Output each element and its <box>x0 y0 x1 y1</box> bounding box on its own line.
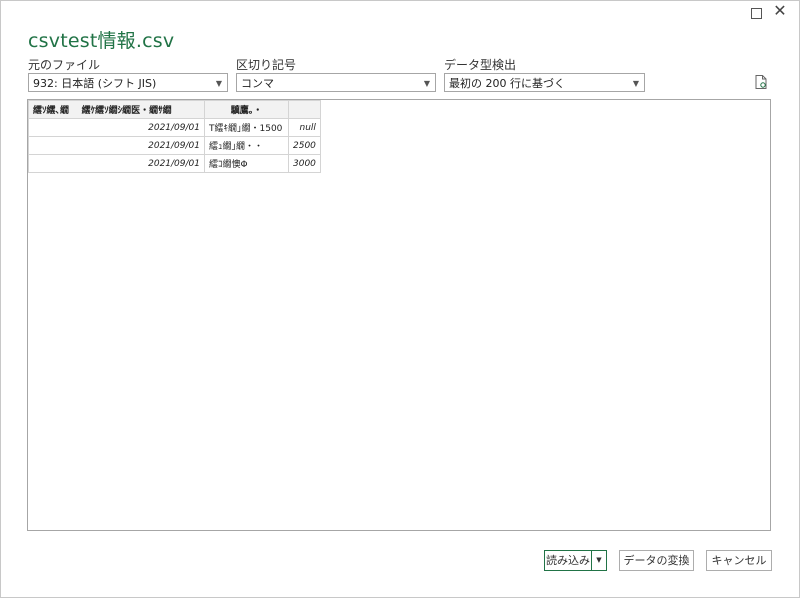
table-row: 2021/09/01 T繧ｷ繝｣繝・1500 null <box>28 118 321 137</box>
table-cell: 3000 <box>288 154 321 173</box>
table-cell: 繧ｭ繝｣繝・・ <box>204 136 289 155</box>
table-cell: 2021/09/01 <box>28 154 205 173</box>
cancel-button[interactable]: キャンセル <box>706 550 772 571</box>
type-detection-select[interactable]: 最初の 200 行に基づく ▼ <box>444 73 645 92</box>
chevron-down-icon: ▼ <box>423 79 430 88</box>
chevron-down-icon: ▼ <box>632 79 639 88</box>
chevron-down-icon: ▼ <box>215 79 222 88</box>
file-origin-value: 932: 日本語 (シフト JIS) <box>33 77 157 90</box>
delimiter-select[interactable]: コンマ ▼ <box>236 73 436 92</box>
type-detection-value: 最初の 200 行に基づく <box>449 77 565 90</box>
file-origin-label: 元のファイル <box>28 58 101 72</box>
delimiter-value: コンマ <box>241 77 274 90</box>
document-refresh-icon[interactable] <box>755 75 767 89</box>
column-header[interactable]: 繧ｿ繧､繝 繧ｹ繧ｿ繝ｼ繝医・繝ｻ繝 <box>28 100 205 119</box>
table-cell: 繧ｺ繝懊Φ <box>204 154 289 173</box>
preview-table: 繧ｿ繧､繝 繧ｹ繧ｿ繝ｼ繝医・繝ｻ繝 驥鷹｡・ 2021/09/01 T繧ｷ繝｣… <box>28 100 321 173</box>
column-header[interactable] <box>288 100 321 119</box>
chevron-down-icon: ▼ <box>596 556 602 564</box>
file-origin-select[interactable]: 932: 日本語 (シフト JIS) ▼ <box>28 73 228 92</box>
table-row: 2021/09/01 繧ｭ繝｣繝・・ 2500 <box>28 136 321 155</box>
column-header[interactable]: 驥鷹｡・ <box>204 100 289 119</box>
transform-data-button[interactable]: データの変換 <box>619 550 694 571</box>
load-options-button[interactable]: ▼ <box>591 550 607 571</box>
delimiter-label: 区切り記号 <box>236 58 297 72</box>
table-cell: 2021/09/01 <box>28 118 205 137</box>
type-detection-label: データ型検出 <box>444 58 517 72</box>
table-cell: null <box>288 118 321 137</box>
maximize-icon[interactable] <box>751 8 762 19</box>
close-icon[interactable]: ✕ <box>772 2 788 20</box>
data-preview[interactable]: 繧ｿ繧､繝 繧ｹ繧ｿ繝ｼ繝医・繝ｻ繝 驥鷹｡・ 2021/09/01 T繧ｷ繝｣… <box>27 99 771 531</box>
table-cell: 2021/09/01 <box>28 136 205 155</box>
table-cell: T繧ｷ繝｣繝・1500 <box>204 118 289 137</box>
table-row: 2021/09/01 繧ｺ繝懊Φ 3000 <box>28 154 321 173</box>
load-button[interactable]: 読み込み <box>544 550 592 571</box>
dialog-title: csvtest情報.csv <box>28 30 175 52</box>
table-header-row: 繧ｿ繧､繝 繧ｹ繧ｿ繝ｼ繝医・繝ｻ繝 驥鷹｡・ <box>28 100 321 119</box>
table-cell: 2500 <box>288 136 321 155</box>
